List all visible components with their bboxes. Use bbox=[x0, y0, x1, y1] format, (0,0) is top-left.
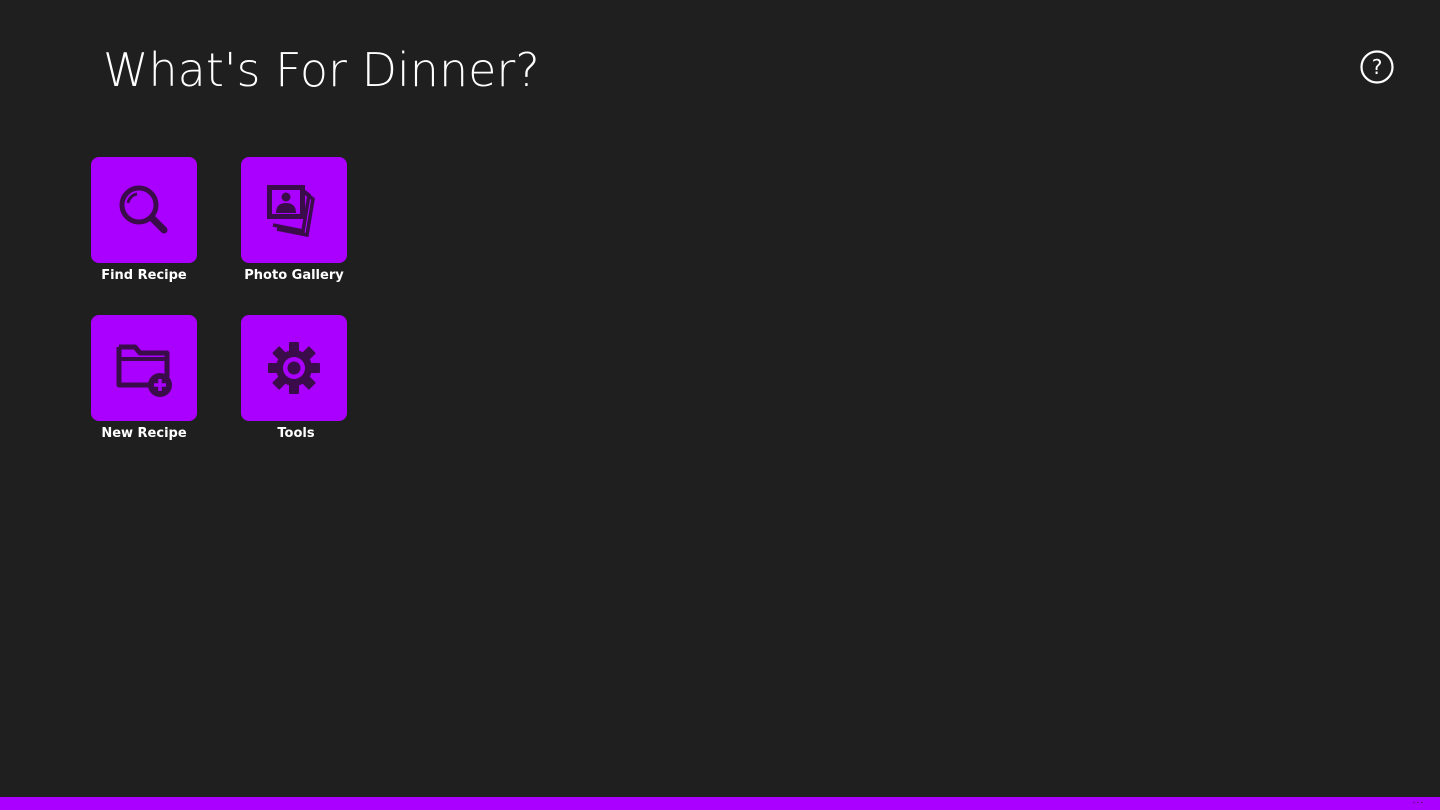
gear-icon bbox=[268, 342, 320, 394]
more-options-button[interactable]: ... bbox=[1413, 795, 1424, 807]
svg-text:?: ? bbox=[1372, 55, 1383, 79]
page-title: What's For Dinner? bbox=[103, 43, 540, 97]
question-circle-icon: ? bbox=[1360, 50, 1394, 84]
photo-gallery-label: Photo Gallery bbox=[244, 268, 344, 283]
search-icon bbox=[119, 185, 168, 234]
find-recipe-label: Find Recipe bbox=[101, 268, 187, 283]
app-window: What's For Dinner? ? Find Recipe Photo G… bbox=[0, 0, 1440, 810]
new-recipe-tile[interactable]: New Recipe bbox=[91, 315, 241, 455]
help-button[interactable]: ? bbox=[1360, 50, 1394, 84]
photo-gallery-tile[interactable]: Photo Gallery bbox=[241, 157, 391, 297]
photo-gallery-icon bbox=[267, 185, 315, 238]
tools-label: Tools bbox=[277, 426, 315, 441]
tile-grid: Find Recipe Photo Gallery New Recipe Too… bbox=[91, 157, 351, 457]
new-recipe-label: New Recipe bbox=[101, 426, 187, 441]
new-folder-icon bbox=[116, 344, 172, 397]
new-recipe-button[interactable] bbox=[91, 315, 197, 421]
find-recipe-button[interactable] bbox=[91, 157, 197, 263]
tools-tile[interactable]: Tools bbox=[241, 315, 391, 455]
tools-button[interactable] bbox=[241, 315, 347, 421]
app-bar[interactable]: ... bbox=[0, 795, 1440, 810]
photo-gallery-button[interactable] bbox=[241, 157, 347, 263]
